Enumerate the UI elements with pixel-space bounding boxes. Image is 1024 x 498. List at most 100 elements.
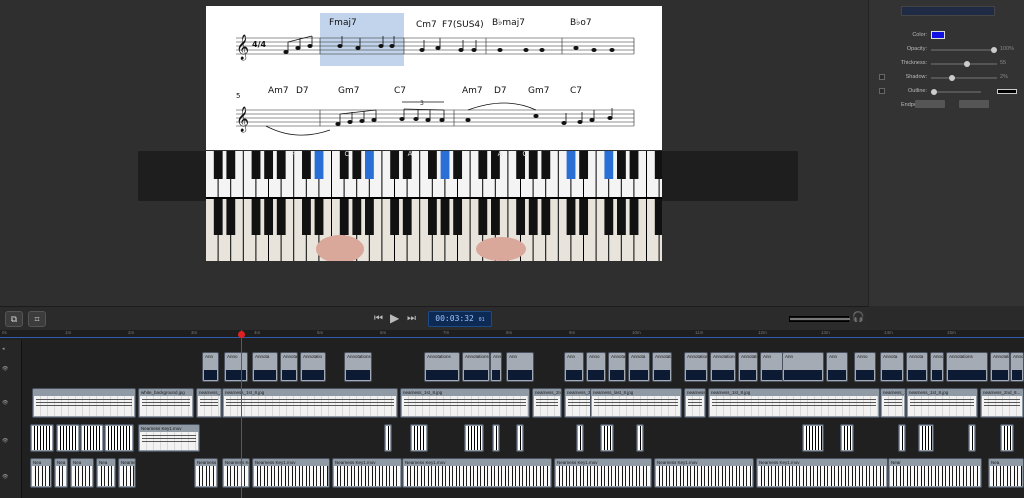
anno-clip[interactable]: Annota	[280, 352, 298, 382]
time-ruler[interactable]: 0s 1m 2m 3m 4m 5m 6m 7m 8m 9m 10m 11m 12m 13m 14m 15m	[0, 330, 1024, 338]
anno-clip[interactable]: Ann	[564, 352, 584, 382]
anno-clip[interactable]: Annota	[628, 352, 650, 382]
video-clip[interactable]: Nearness Key1.mov	[402, 458, 552, 488]
video-clip[interactable]: Nearness Key1.mov	[756, 458, 888, 488]
video-clip[interactable]: Nea	[54, 458, 68, 488]
img-clip[interactable]: nearness_2nd_8...	[532, 388, 562, 418]
img-clip[interactable]: nearness_1st_8.jpg	[196, 388, 222, 418]
video-clip[interactable]: Nearness Key1	[118, 458, 136, 488]
anno-clip[interactable]: Annotations	[1010, 352, 1024, 382]
anno-clip[interactable]: Annota	[608, 352, 626, 382]
pianoimg-clip[interactable]	[898, 424, 906, 452]
opacity-slider[interactable]	[931, 47, 997, 53]
img-clip[interactable]: nearness_last_8.jpg	[590, 388, 682, 418]
thickness-slider-knob[interactable]	[964, 61, 970, 67]
anno-clip[interactable]: Anno	[586, 352, 606, 382]
pianoimg-clip[interactable]	[80, 424, 104, 452]
anno-clip[interactable]: Annotatio	[930, 352, 944, 382]
pianoimg-clip[interactable]	[968, 424, 976, 452]
anno-clip[interactable]: Annota	[252, 352, 278, 382]
preview-canvas[interactable]: 𝄞 4/4 𝄞 3 5 Fmaj7 Cm7 F7(SUS4) B♭maj7 B♭…	[0, 0, 868, 306]
pianoimg-clip[interactable]	[104, 424, 134, 452]
img-clip[interactable]	[32, 388, 136, 418]
anno-clip[interactable]: Ann	[826, 352, 848, 382]
video-clip[interactable]: Nea	[70, 458, 94, 488]
crop-button[interactable]: ⌗	[28, 311, 46, 327]
pianoimg-clip[interactable]	[384, 424, 392, 452]
anno-clip[interactable]: Ann	[782, 352, 824, 382]
pianoimg-clip[interactable]	[56, 424, 80, 452]
eye-icon[interactable]: 👁	[2, 474, 8, 480]
outline-slider[interactable]	[931, 89, 981, 95]
playhead-handle[interactable]	[238, 331, 245, 338]
anno-clip[interactable]: Annota	[880, 352, 904, 382]
opacity-slider-knob[interactable]	[991, 47, 997, 53]
pianoimg-clip[interactable]	[600, 424, 614, 452]
anno-clip[interactable]: Anno	[224, 352, 248, 382]
video-clip[interactable]: Nearness Key1.mov	[554, 458, 652, 488]
pianoimg-clip[interactable]	[802, 424, 824, 452]
anno-clip[interactable]: Annota	[906, 352, 928, 382]
outline-color-swatch[interactable]	[997, 89, 1017, 94]
video-clip[interactable]: Nearness Key1.mov	[252, 458, 330, 488]
img-clip[interactable]: nearness_last_8...	[684, 388, 706, 418]
img-clip[interactable]: nearness_1st_8.jpg	[222, 388, 398, 418]
inspector-tab-bar[interactable]	[901, 6, 995, 16]
outline-checkbox[interactable]	[879, 88, 885, 94]
anno-clip[interactable]: Ann	[506, 352, 534, 382]
fast-forward-icon[interactable]: ⏭	[407, 313, 416, 324]
anno-clip[interactable]: Annotatio	[300, 352, 326, 382]
pianoimg-clip[interactable]	[464, 424, 484, 452]
img-clip[interactable]: white_background.jpg	[138, 388, 194, 418]
pianoimg-clip[interactable]	[918, 424, 934, 452]
shadow-checkbox[interactable]	[879, 74, 885, 80]
anno-clip[interactable]: Annotations	[738, 352, 758, 382]
video-clip[interactable]: Nearness Key1.mov	[654, 458, 754, 488]
headphones-icon[interactable]: 🎧	[852, 312, 864, 323]
anno-clip[interactable]: Annotations	[462, 352, 490, 382]
anno-clip[interactable]: Annotations	[990, 352, 1010, 382]
anno-clip[interactable]: Annotations	[344, 352, 372, 382]
video-clip[interactable]: Nea	[96, 458, 116, 488]
eye-icon[interactable]: 👁	[2, 438, 8, 444]
video-clip[interactable]: Nea	[988, 458, 1024, 488]
start-endpoint-select[interactable]	[915, 100, 945, 108]
anno-clip[interactable]: Annotations	[946, 352, 988, 382]
img-clip[interactable]: nearness_1st_8.jpg	[400, 388, 530, 418]
img-clip[interactable]: Nearness Key1.mov	[138, 424, 200, 452]
anno-clip[interactable]: Annotatio	[652, 352, 672, 382]
video-clip[interactable]: Near	[888, 458, 982, 488]
thickness-slider[interactable]	[931, 61, 997, 67]
pianoimg-clip[interactable]	[1000, 424, 1014, 452]
volume-slider[interactable]	[789, 316, 850, 322]
img-clip[interactable]: nearness_1st_8.jpg	[880, 388, 906, 418]
playhead[interactable]	[241, 330, 242, 498]
timeline[interactable]: 0s 1m 2m 3m 4m 5m 6m 7m 8m 9m 10m 11m 12m 13m 14m 15m ◂…	[0, 330, 1024, 498]
pianoimg-clip[interactable]	[30, 424, 54, 452]
shadow-slider-knob[interactable]	[949, 75, 955, 81]
anno-clip[interactable]: Annotations	[424, 352, 460, 382]
pianoimg-clip[interactable]	[492, 424, 500, 452]
video-clip[interactable]: Nearness Key1.mov	[332, 458, 402, 488]
pianoimg-clip[interactable]	[840, 424, 854, 452]
pianoimg-clip[interactable]	[410, 424, 428, 452]
img-clip[interactable]: nearness_2nd_8...	[980, 388, 1024, 418]
lock-icon[interactable]: ◂	[2, 346, 5, 352]
img-clip[interactable]: nearness_1st_8.jpg	[906, 388, 978, 418]
toggle-view-button[interactable]: ⧉	[5, 311, 23, 327]
anno-clip[interactable]: Ann	[490, 352, 502, 382]
shadow-slider[interactable]	[931, 75, 997, 81]
video-clip[interactable]: Nea	[30, 458, 52, 488]
anno-clip[interactable]: Annotations	[710, 352, 736, 382]
eye-icon[interactable]: 👁	[2, 400, 8, 406]
img-clip[interactable]: nearness_1st_8.jpg	[708, 388, 880, 418]
video-clip[interactable]: Nearness Key1	[194, 458, 218, 488]
end-endpoint-select[interactable]	[959, 100, 989, 108]
color-swatch[interactable]	[931, 31, 945, 39]
anno-clip[interactable]: Ann	[760, 352, 784, 382]
play-icon[interactable]: ▶	[390, 311, 399, 325]
sheet-music[interactable]: 𝄞 4/4 𝄞 3 5 Fmaj7 Cm7 F7(SUS4) B♭maj7 B♭…	[206, 6, 662, 150]
eye-icon[interactable]: 👁	[2, 366, 8, 372]
outline-slider-knob[interactable]	[931, 89, 937, 95]
pianoimg-clip[interactable]	[636, 424, 644, 452]
